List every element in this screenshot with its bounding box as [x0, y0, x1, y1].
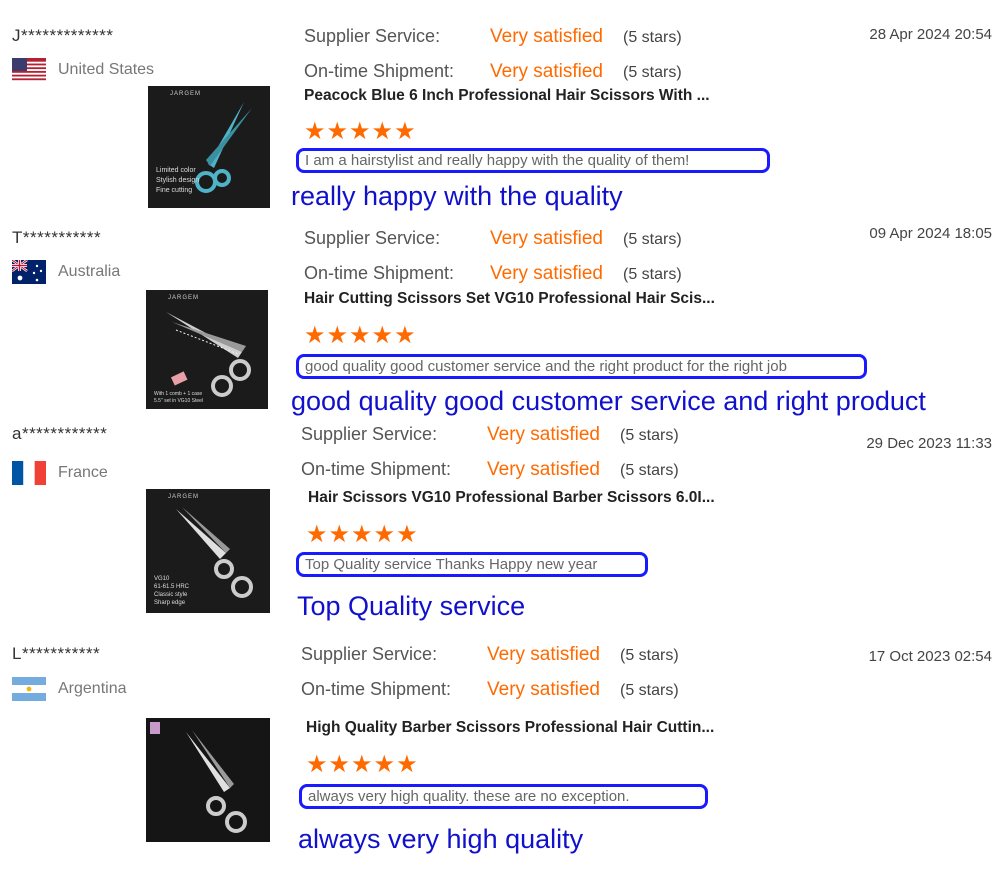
review-date: 17 Oct 2023 02:54 — [868, 648, 992, 665]
country-name: United States — [58, 61, 155, 78]
product-title-link[interactable]: High Quality Barber Scissors Professiona… — [306, 719, 714, 737]
product-title-link[interactable]: Peacock Blue 6 Inch Professional Hair Sc… — [304, 87, 710, 105]
us-flag-icon — [12, 58, 46, 82]
ontime-shipment-row: On-time Shipment: Very satisfied (5 star… — [301, 459, 679, 483]
supplier-service-value: Very satisfied — [490, 228, 603, 249]
annotation-note: good quality good customer service and r… — [291, 386, 926, 416]
review-item: T*********** Australia JARGEM With 1 com… — [0, 225, 1000, 433]
reviewer-name: L*********** — [12, 644, 101, 663]
ontime-shipment-label: On-time Shipment: — [301, 459, 452, 479]
country-name: France — [58, 464, 108, 481]
supplier-service-value: Very satisfied — [487, 424, 600, 445]
thumb-brand: JARGEM — [168, 295, 200, 301]
supplier-service-row: Supplier Service: Very satisfied (5 star… — [301, 644, 679, 668]
star-rating: ★★★★★ — [304, 118, 417, 145]
annotation-note: Top Quality service — [297, 591, 526, 621]
reviewer-country: France — [12, 461, 108, 485]
ontime-shipment-value: Very satisfied — [490, 61, 603, 82]
thumb-brand: JARGEM — [170, 91, 202, 97]
annotation-note: really happy with the quality — [291, 181, 623, 211]
review-comment: I am a hairstylist and really happy with… — [296, 148, 770, 173]
supplier-service-stars: (5 stars) — [620, 427, 679, 444]
reviewer-country: Argentina — [12, 677, 127, 701]
supplier-service-row: Supplier Service: Very satisfied (5 star… — [304, 228, 682, 252]
supplier-service-row: Supplier Service: Very satisfied (5 star… — [301, 424, 679, 448]
product-thumbnail[interactable]: JARGEM With 1 comb + 1 case 5.5" set in … — [146, 290, 268, 409]
supplier-service-label: Supplier Service: — [301, 424, 438, 444]
ontime-shipment-row: On-time Shipment: Very satisfied (5 star… — [304, 263, 682, 287]
ontime-shipment-label: On-time Shipment: — [301, 679, 452, 699]
product-thumbnail[interactable]: JARGEM Limited color Stylish design Fine… — [148, 86, 270, 208]
ontime-shipment-stars: (5 stars) — [620, 682, 679, 699]
supplier-service-stars: (5 stars) — [623, 231, 682, 248]
star-rating: ★★★★★ — [306, 521, 419, 548]
fr-flag-icon — [12, 461, 46, 485]
review-item: J************* United States JARGEM Limi… — [0, 26, 1000, 231]
reviewer-country: Australia — [12, 260, 120, 284]
supplier-service-stars: (5 stars) — [620, 647, 679, 664]
supplier-service-label: Supplier Service: — [304, 228, 441, 248]
annotation-note: always very high quality — [298, 824, 584, 854]
product-thumbnail[interactable] — [146, 718, 270, 842]
supplier-service-label: Supplier Service: — [301, 644, 438, 664]
star-rating: ★★★★★ — [304, 322, 417, 349]
review-date: 09 Apr 2024 18:05 — [869, 225, 992, 242]
ontime-shipment-value: Very satisfied — [487, 459, 600, 480]
product-title-link[interactable]: Hair Cutting Scissors Set VG10 Professio… — [304, 290, 715, 308]
ontime-shipment-label: On-time Shipment: — [304, 263, 455, 283]
review-comment: Top Quality service Thanks Happy new yea… — [296, 552, 648, 577]
ontime-shipment-stars: (5 stars) — [623, 64, 682, 81]
supplier-service-row: Supplier Service: Very satisfied (5 star… — [304, 26, 682, 50]
supplier-service-stars: (5 stars) — [623, 29, 682, 46]
supplier-service-value: Very satisfied — [490, 26, 603, 47]
country-name: Argentina — [58, 680, 127, 697]
ontime-shipment-stars: (5 stars) — [623, 266, 682, 283]
ontime-shipment-value: Very satisfied — [487, 679, 600, 700]
supplier-service-label: Supplier Service: — [304, 26, 441, 46]
review-date: 29 Dec 2023 11:33 — [866, 435, 992, 452]
ontime-shipment-row: On-time Shipment: Very satisfied (5 star… — [304, 61, 682, 85]
review-comment: always very high quality. these are no e… — [299, 784, 708, 809]
ontime-shipment-value: Very satisfied — [490, 263, 603, 284]
supplier-service-value: Very satisfied — [487, 644, 600, 665]
thumb-caption: Limited color Stylish design Fine cuttin… — [156, 167, 200, 194]
reviewer-name: a************ — [12, 424, 108, 443]
star-rating: ★★★★★ — [306, 751, 419, 778]
reviewer-country: United States — [12, 58, 154, 82]
review-item: a************ France JARGEM VG10 61-61.5… — [0, 424, 1000, 629]
thumb-brand: JARGEM — [168, 494, 200, 500]
ar-flag-icon — [12, 677, 46, 701]
thumb-caption: VG10 61-61.5 HRC Classic style Sharp edg… — [154, 576, 190, 606]
ontime-shipment-label: On-time Shipment: — [304, 61, 455, 81]
reviewer-name: J************* — [12, 26, 114, 45]
product-thumbnail[interactable]: JARGEM VG10 61-61.5 HRC Classic style Sh… — [146, 489, 270, 613]
country-name: Australia — [58, 263, 121, 280]
review-item: L*********** Argentina Supplier Service:… — [0, 644, 1000, 854]
review-comment: good quality good customer service and t… — [296, 354, 867, 379]
thumb-caption: With 1 comb + 1 case 5.5" set in VG10 St… — [154, 391, 204, 404]
review-date: 28 Apr 2024 20:54 — [869, 26, 992, 43]
product-title-link[interactable]: Hair Scissors VG10 Professional Barber S… — [308, 489, 715, 507]
au-flag-icon — [12, 260, 46, 284]
ontime-shipment-stars: (5 stars) — [620, 462, 679, 479]
ontime-shipment-row: On-time Shipment: Very satisfied (5 star… — [301, 679, 679, 703]
reviewer-name: T*********** — [12, 228, 102, 247]
